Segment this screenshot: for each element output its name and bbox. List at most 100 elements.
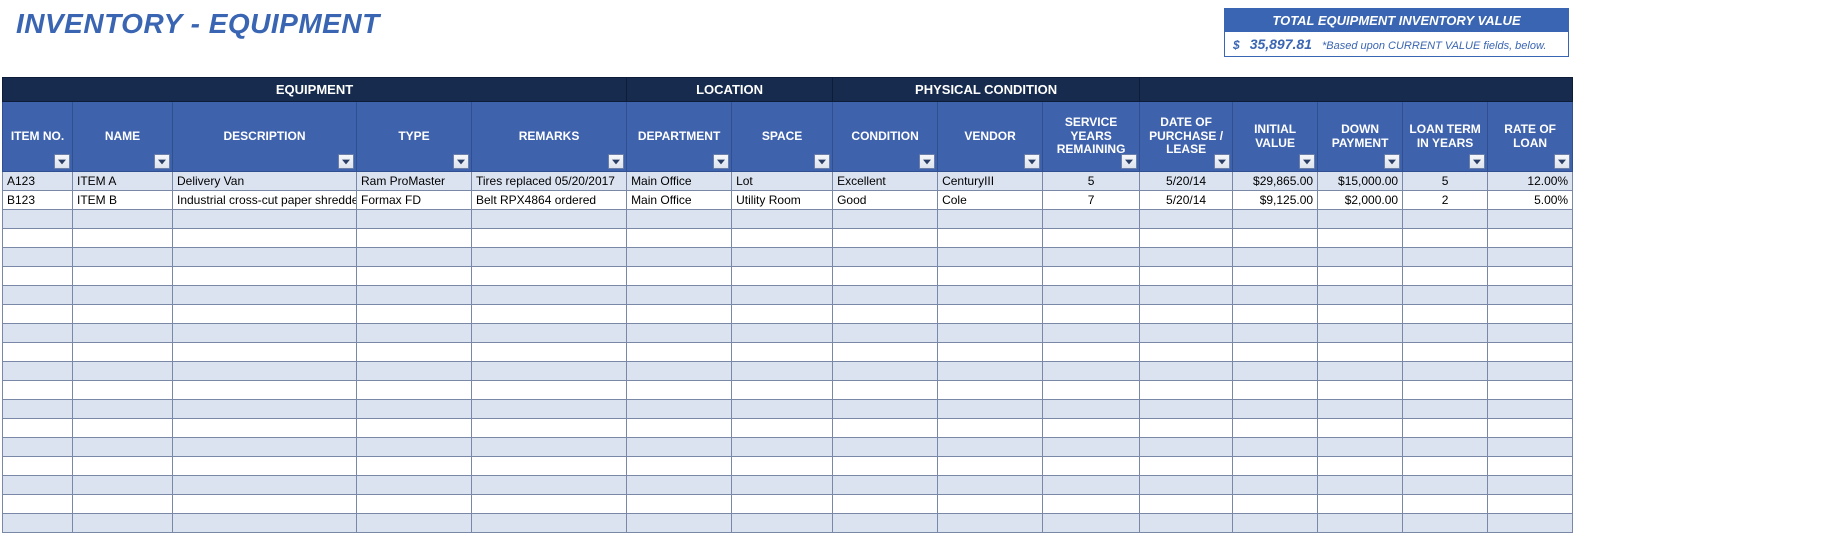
cell-empty[interactable] [1318, 305, 1403, 324]
filter-dropdown-icon[interactable] [453, 154, 469, 169]
cell-empty[interactable] [472, 476, 627, 495]
cell-empty[interactable] [1488, 343, 1573, 362]
cell-empty[interactable] [833, 476, 938, 495]
cell-empty[interactable] [173, 476, 357, 495]
cell-empty[interactable] [627, 457, 732, 476]
cell-type[interactable]: Formax FD [357, 191, 472, 210]
cell-empty[interactable] [627, 495, 732, 514]
cell-empty[interactable] [1140, 419, 1233, 438]
cell-empty[interactable] [3, 457, 73, 476]
cell-initial-value[interactable]: $29,865.00 [1233, 172, 1318, 191]
cell-empty[interactable] [938, 438, 1043, 457]
cell-empty[interactable] [1043, 362, 1140, 381]
cell-empty[interactable] [833, 343, 938, 362]
table-row[interactable] [3, 210, 1573, 229]
cell-empty[interactable] [173, 267, 357, 286]
filter-dropdown-icon[interactable] [713, 154, 729, 169]
cell-remarks[interactable]: Tires replaced 05/20/2017 [472, 172, 627, 191]
cell-empty[interactable] [1488, 514, 1573, 533]
cell-empty[interactable] [1488, 286, 1573, 305]
cell-empty[interactable] [173, 343, 357, 362]
cell-empty[interactable] [938, 514, 1043, 533]
cell-empty[interactable] [1318, 286, 1403, 305]
cell-empty[interactable] [627, 305, 732, 324]
cell-empty[interactable] [1318, 248, 1403, 267]
cell-item-no[interactable]: B123 [3, 191, 73, 210]
cell-empty[interactable] [1140, 381, 1233, 400]
cell-empty[interactable] [1318, 400, 1403, 419]
cell-empty[interactable] [357, 248, 472, 267]
cell-empty[interactable] [1233, 324, 1318, 343]
cell-empty[interactable] [1233, 286, 1318, 305]
table-row[interactable] [3, 514, 1573, 533]
cell-svc-years[interactable]: 7 [1043, 191, 1140, 210]
cell-empty[interactable] [472, 438, 627, 457]
cell-empty[interactable] [1403, 229, 1488, 248]
cell-empty[interactable] [1318, 438, 1403, 457]
cell-date-purchase[interactable]: 5/20/14 [1140, 172, 1233, 191]
cell-empty[interactable] [938, 419, 1043, 438]
cell-empty[interactable] [1233, 229, 1318, 248]
cell-empty[interactable] [73, 229, 173, 248]
table-row[interactable] [3, 324, 1573, 343]
cell-empty[interactable] [3, 324, 73, 343]
cell-empty[interactable] [1488, 476, 1573, 495]
cell-empty[interactable] [173, 495, 357, 514]
cell-empty[interactable] [1403, 305, 1488, 324]
table-row[interactable]: B123ITEM BIndustrial cross-cut paper shr… [3, 191, 1573, 210]
cell-empty[interactable] [357, 324, 472, 343]
cell-empty[interactable] [1403, 286, 1488, 305]
table-row[interactable] [3, 362, 1573, 381]
cell-empty[interactable] [3, 343, 73, 362]
cell-empty[interactable] [1233, 362, 1318, 381]
cell-empty[interactable] [938, 495, 1043, 514]
cell-condition[interactable]: Good [833, 191, 938, 210]
cell-initial-value[interactable]: $9,125.00 [1233, 191, 1318, 210]
cell-empty[interactable] [3, 267, 73, 286]
cell-empty[interactable] [3, 476, 73, 495]
cell-empty[interactable] [1488, 438, 1573, 457]
cell-empty[interactable] [73, 400, 173, 419]
filter-dropdown-icon[interactable] [1214, 154, 1230, 169]
cell-empty[interactable] [73, 343, 173, 362]
cell-empty[interactable] [357, 476, 472, 495]
cell-empty[interactable] [833, 514, 938, 533]
cell-empty[interactable] [938, 210, 1043, 229]
cell-empty[interactable] [1140, 400, 1233, 419]
cell-empty[interactable] [1233, 381, 1318, 400]
cell-empty[interactable] [833, 229, 938, 248]
table-row[interactable]: A123ITEM ADelivery VanRam ProMasterTires… [3, 172, 1573, 191]
cell-empty[interactable] [1403, 248, 1488, 267]
cell-empty[interactable] [1043, 476, 1140, 495]
cell-empty[interactable] [732, 324, 833, 343]
cell-empty[interactable] [1318, 381, 1403, 400]
cell-empty[interactable] [1043, 229, 1140, 248]
cell-svc-years[interactable]: 5 [1043, 172, 1140, 191]
cell-down-payment[interactable]: $2,000.00 [1318, 191, 1403, 210]
cell-empty[interactable] [732, 267, 833, 286]
filter-dropdown-icon[interactable] [1024, 154, 1040, 169]
cell-empty[interactable] [73, 514, 173, 533]
cell-empty[interactable] [73, 381, 173, 400]
cell-empty[interactable] [627, 343, 732, 362]
filter-dropdown-icon[interactable] [338, 154, 354, 169]
cell-empty[interactable] [1140, 324, 1233, 343]
cell-empty[interactable] [833, 400, 938, 419]
cell-empty[interactable] [938, 343, 1043, 362]
table-row[interactable] [3, 438, 1573, 457]
cell-empty[interactable] [357, 229, 472, 248]
cell-empty[interactable] [833, 210, 938, 229]
cell-empty[interactable] [1403, 476, 1488, 495]
table-row[interactable] [3, 476, 1573, 495]
cell-empty[interactable] [938, 267, 1043, 286]
cell-empty[interactable] [1318, 362, 1403, 381]
cell-empty[interactable] [3, 305, 73, 324]
cell-empty[interactable] [73, 362, 173, 381]
cell-empty[interactable] [627, 400, 732, 419]
cell-empty[interactable] [472, 286, 627, 305]
cell-empty[interactable] [73, 419, 173, 438]
cell-empty[interactable] [1140, 267, 1233, 286]
cell-empty[interactable] [1403, 267, 1488, 286]
cell-empty[interactable] [1318, 514, 1403, 533]
cell-empty[interactable] [1043, 514, 1140, 533]
